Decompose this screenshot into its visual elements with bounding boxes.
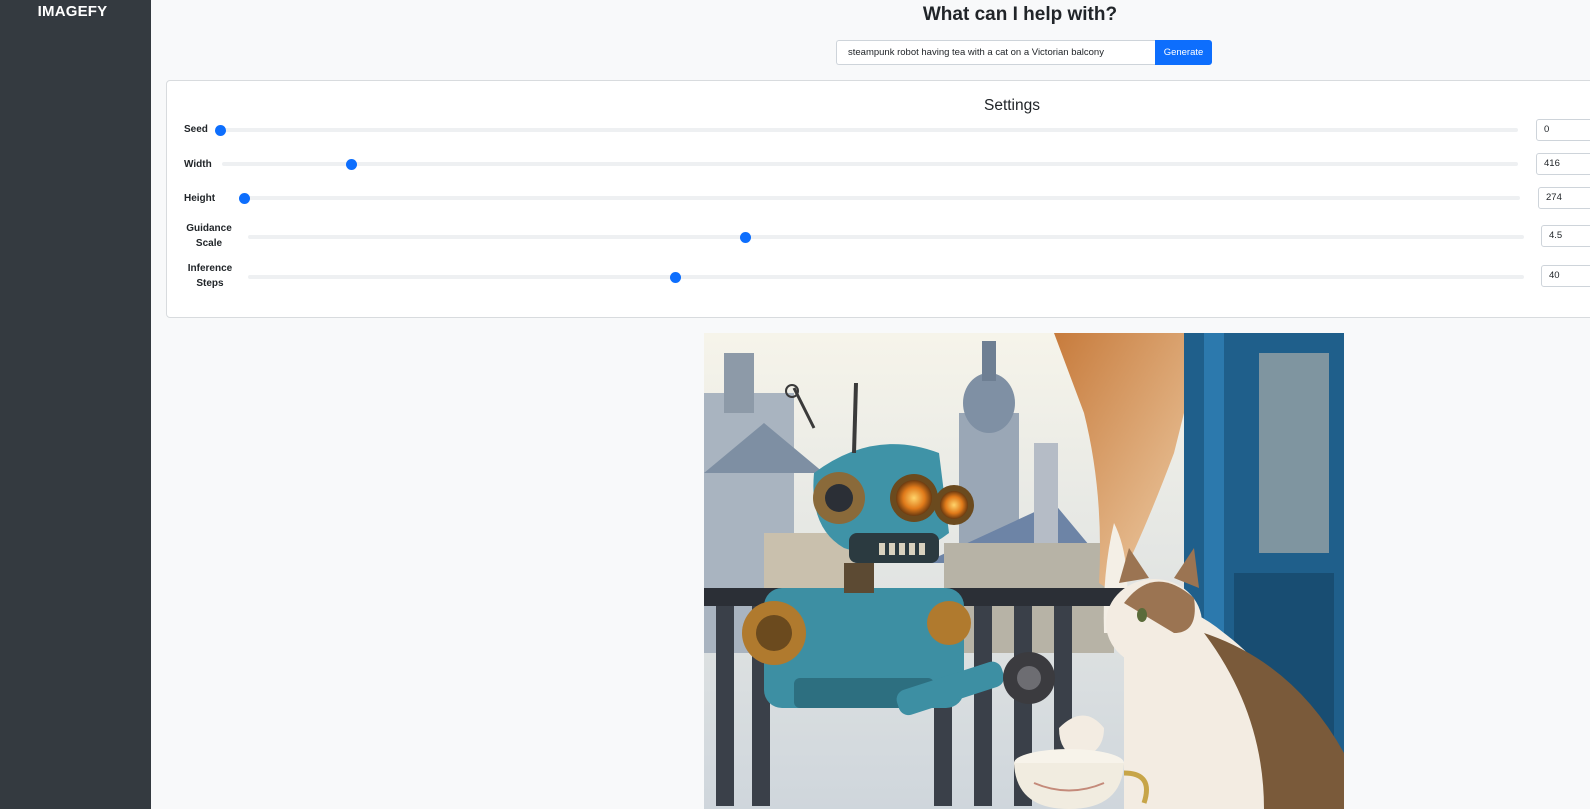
seed-label: Seed [184, 124, 208, 135]
steps-label: Inference Steps [175, 261, 245, 291]
height-slider-thumb[interactable] [238, 192, 250, 204]
seed-slider-thumb[interactable] [214, 124, 226, 136]
seed-slider[interactable] [214, 124, 1518, 136]
guidance-label-line1: Guidance [186, 223, 232, 234]
seed-input[interactable]: 0 [1536, 119, 1590, 141]
width-slider-thumb[interactable] [346, 158, 358, 170]
settings-panel: Settings Seed 0 Width 416 Height 274 Gui… [166, 80, 1590, 318]
steps-label-line1: Inference [187, 263, 233, 274]
guidance-label: Guidance Scale [174, 221, 244, 251]
generated-image-illustration [704, 333, 1344, 809]
width-input[interactable]: 416 [1536, 153, 1590, 175]
generate-button[interactable]: Generate [1155, 40, 1212, 65]
steps-row: Inference Steps 40 [167, 261, 1590, 295]
steps-input[interactable]: 40 [1541, 265, 1590, 287]
brand-logo[interactable]: IMAGEFY [0, 3, 145, 20]
steps-slider[interactable] [248, 271, 1524, 283]
steps-label-line2: Steps [196, 278, 224, 289]
settings-title: Settings [983, 97, 1040, 114]
guidance-row: Guidance Scale 4.5 [167, 221, 1590, 255]
sidebar: IMAGEFY [0, 0, 151, 809]
guidance-label-line2: Scale [195, 238, 223, 249]
seed-row: Seed 0 [167, 119, 1590, 153]
width-label: Width [184, 159, 212, 170]
height-label: Height [184, 193, 216, 204]
steps-slider-thumb[interactable] [669, 271, 681, 283]
prompt-form: Generate [836, 40, 1212, 65]
height-slider[interactable] [238, 192, 1520, 204]
generated-image[interactable] [704, 333, 1344, 809]
guidance-slider-thumb[interactable] [740, 231, 752, 243]
width-row: Width 416 [167, 153, 1590, 187]
guidance-slider[interactable] [248, 231, 1524, 243]
guidance-input[interactable]: 4.5 [1541, 225, 1590, 247]
prompt-input[interactable] [836, 40, 1155, 65]
width-slider[interactable] [222, 158, 1518, 170]
page-title: What can I help with? [922, 4, 1118, 25]
height-row: Height 274 [167, 187, 1590, 221]
height-input[interactable]: 274 [1538, 187, 1590, 209]
